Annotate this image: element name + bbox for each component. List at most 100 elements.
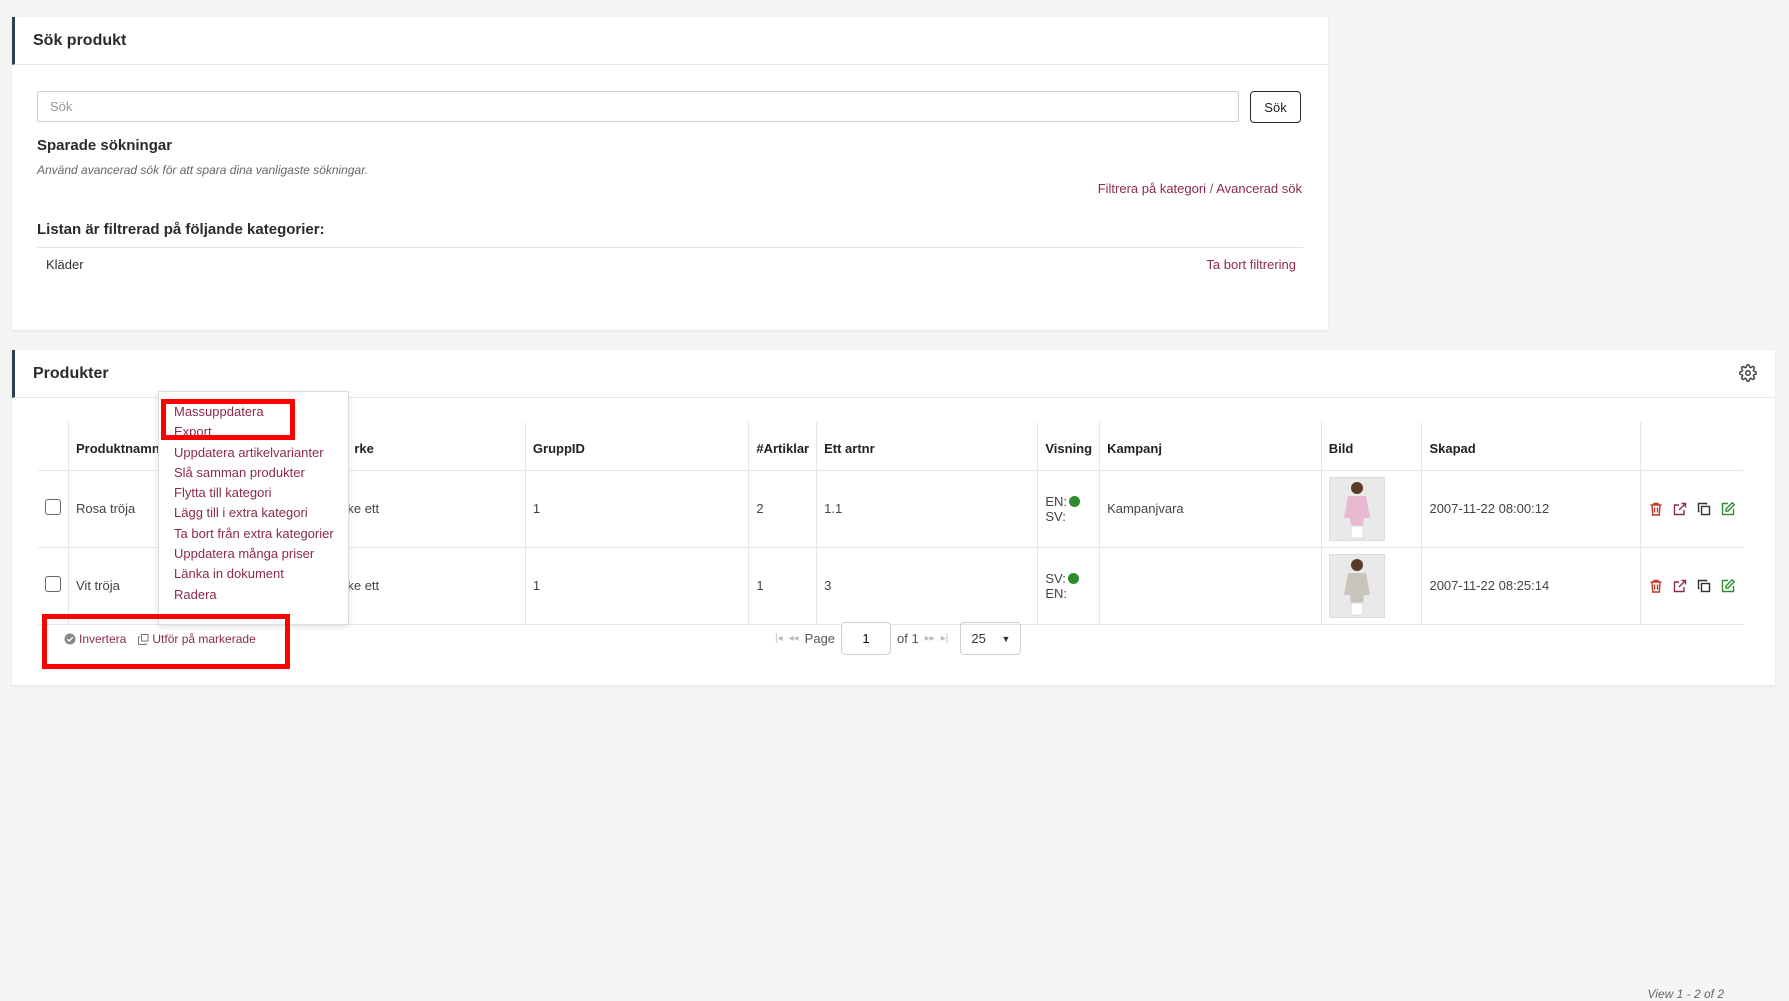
actions-cell — [1640, 469, 1743, 547]
col-select — [38, 422, 69, 470]
brand-cell: ke ett — [346, 546, 526, 625]
menu-item-0[interactable]: Massuppdatera — [159, 402, 348, 422]
page-number-input[interactable] — [841, 622, 892, 655]
actions-cell — [1640, 546, 1743, 625]
brand-cell: ke ett — [346, 469, 526, 547]
campaign-cell: Kampanjvara — [1099, 469, 1322, 547]
invert-label: Invertera — [79, 632, 127, 646]
col-created[interactable]: Skapad — [1421, 422, 1641, 470]
filter-links: Filtrera på kategori / Avancerad sök — [1098, 181, 1302, 196]
check-circle-icon — [64, 633, 76, 645]
search-button[interactable]: Sök — [1250, 91, 1301, 123]
trash-icon[interactable] — [1648, 578, 1664, 594]
row-actions — [1648, 501, 1736, 517]
search-panel: Sök produkt Sök Sparade sökningar Använd… — [12, 17, 1328, 330]
view-count-text: View 1 - 2 of 2 — [1647, 987, 1725, 1001]
display-cell: SV:EN: — [1037, 546, 1101, 625]
product-image — [1343, 481, 1370, 538]
filtered-divider — [37, 247, 1303, 248]
artnr-cell: 1.1 — [816, 469, 1039, 547]
edit-icon[interactable] — [1720, 578, 1736, 594]
page-label: Page — [804, 631, 836, 646]
status-dot — [1069, 495, 1081, 507]
col-group-id[interactable]: GruppID — [525, 422, 750, 470]
caret-down-icon: ▼ — [1001, 633, 1011, 644]
product-name[interactable]: Rosa tröja — [68, 469, 169, 547]
col-articles[interactable]: #Artiklar — [748, 422, 818, 470]
first-page-icon[interactable]: |◂ — [775, 633, 783, 644]
apply-on-selected-button[interactable]: Utför på markerade — [138, 632, 256, 646]
col-artnr[interactable]: Ett artnr — [816, 422, 1039, 470]
menu-item-6[interactable]: Ta bort från extra kategorier — [159, 524, 348, 544]
pager: |◂ ◂◂ Page of 1 ▸▸ ▸| 25 ▼ — [775, 622, 1022, 655]
filtered-category-row: Kläder Ta bort filtrering — [46, 257, 1296, 272]
page-size-select[interactable]: 25 ▼ — [960, 622, 1022, 655]
status-dot — [1067, 572, 1079, 584]
row-actions — [1648, 578, 1736, 594]
prev-page-icon[interactable]: ◂◂ — [789, 633, 799, 644]
edit-icon[interactable] — [1720, 501, 1736, 517]
search-panel-title: Sök produkt — [12, 17, 1328, 65]
row-select-cell — [38, 546, 69, 625]
footer-bulk-actions: Invertera Utför på markerade — [64, 632, 256, 646]
gear-icon[interactable] — [1739, 364, 1757, 382]
filtered-categories-title: Listan är filtrerad på följande kategori… — [37, 221, 325, 238]
image-cell — [1321, 469, 1423, 547]
menu-item-2[interactable]: Uppdatera artikelvarianter — [159, 443, 348, 463]
next-page-icon[interactable]: ▸▸ — [925, 633, 935, 644]
display-lang-a: EN: — [1045, 493, 1068, 509]
group-id-cell: 1 — [525, 469, 750, 547]
saved-searches-hint: Använd avancerad sök för att spara dina … — [37, 163, 369, 177]
row-checkbox[interactable] — [45, 576, 61, 592]
col-actions — [1640, 422, 1743, 470]
articles-cell: 2 — [748, 469, 818, 547]
apply-label: Utför på markerade — [152, 632, 256, 646]
menu-item-8[interactable]: Länka in dokument — [159, 564, 348, 584]
page-of-label: of 1 — [897, 631, 919, 646]
filter-by-category-link[interactable]: Filtrera på kategori — [1098, 181, 1206, 196]
col-display[interactable]: Visning — [1037, 422, 1101, 470]
filtered-category-name: Kläder — [46, 257, 84, 272]
col-image: Bild — [1321, 422, 1423, 470]
external-link-icon[interactable] — [1672, 578, 1688, 594]
menu-item-9[interactable]: Radera — [159, 585, 348, 605]
menu-item-1[interactable]: Export — [159, 422, 348, 442]
menu-item-7[interactable]: Uppdatera många priser — [159, 544, 348, 564]
product-thumbnail[interactable] — [1328, 476, 1385, 541]
search-input[interactable] — [37, 91, 1239, 122]
product-name[interactable]: Vit tröja — [68, 546, 169, 625]
campaign-cell — [1099, 546, 1322, 625]
articles-cell: 1 — [748, 546, 818, 625]
row-select-cell — [38, 469, 69, 547]
copy-icon[interactable] — [1696, 501, 1712, 517]
bulk-actions-menu: Massuppdatera Export Uppdatera artikelvari… — [158, 391, 349, 625]
last-page-icon[interactable]: ▸| — [941, 633, 949, 644]
col-brand[interactable]: rke — [346, 422, 526, 470]
menu-item-3[interactable]: Slå samman produkter — [159, 463, 348, 483]
row-checkbox[interactable] — [45, 499, 61, 515]
display-cell: EN:SV: — [1037, 469, 1101, 547]
copy-icon[interactable] — [1696, 578, 1712, 594]
created-cell: 2007-11-22 08:25:14 — [1421, 546, 1641, 625]
trash-icon[interactable] — [1648, 501, 1664, 517]
created-cell: 2007-11-22 08:00:12 — [1421, 469, 1641, 547]
remove-filter-link[interactable]: Ta bort filtrering — [1206, 257, 1296, 272]
advanced-search-link[interactable]: Avancerad sök — [1216, 181, 1302, 196]
page-size-value: 25 — [971, 631, 986, 646]
artnr-cell: 3 — [816, 546, 1039, 625]
menu-item-5[interactable]: Lägg till i extra kategori — [159, 503, 348, 523]
search-row: Sök — [37, 91, 1301, 123]
menu-item-4[interactable]: Flytta till kategori — [159, 483, 348, 503]
col-campaign[interactable]: Kampanj — [1099, 422, 1322, 470]
display-lang-a: SV: — [1045, 570, 1066, 586]
external-link-icon[interactable] — [1672, 501, 1688, 517]
link-separator: / — [1209, 181, 1214, 196]
saved-searches-title: Sparade sökningar — [37, 137, 173, 154]
copy-small-icon — [138, 633, 149, 645]
col-product-name[interactable]: Produktnamn — [68, 422, 169, 470]
group-id-cell: 1 — [525, 546, 750, 625]
invert-selection-button[interactable]: Invertera — [64, 632, 126, 646]
product-thumbnail[interactable] — [1328, 553, 1385, 618]
product-image — [1343, 558, 1370, 615]
display-lang-b: EN: — [1045, 585, 1068, 601]
